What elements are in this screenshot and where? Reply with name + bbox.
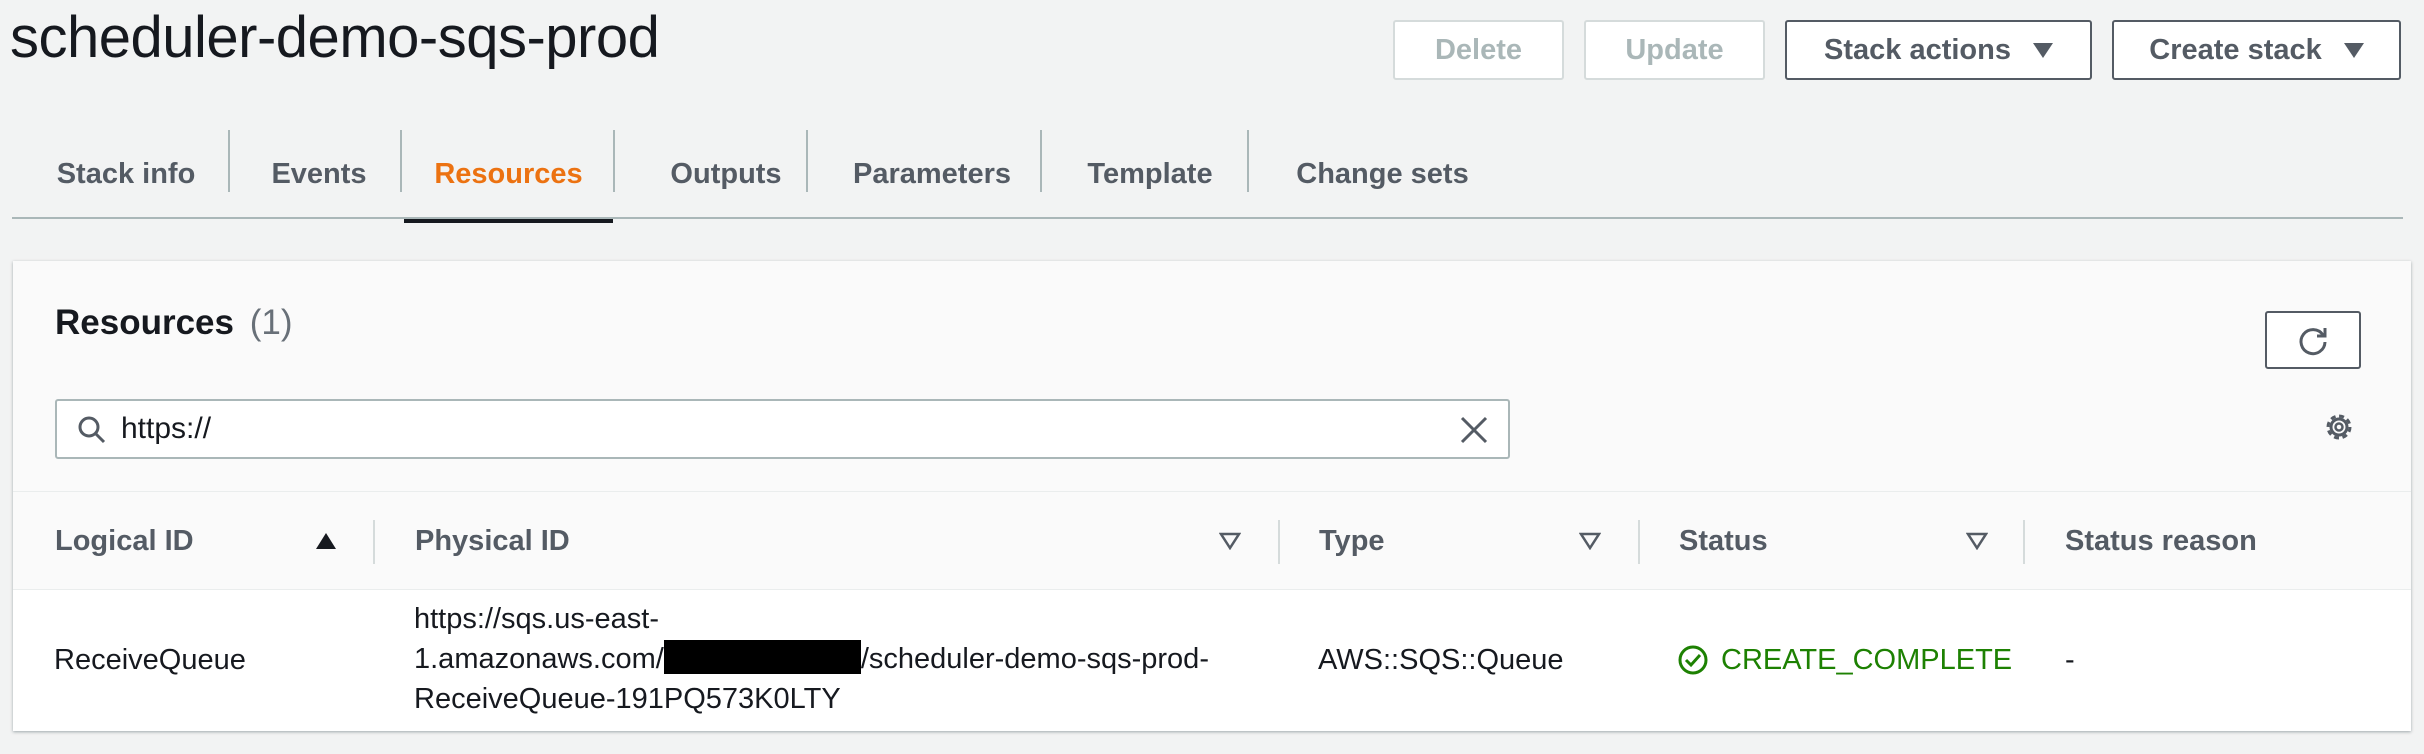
update-button-label: Update bbox=[1625, 33, 1724, 66]
refresh-icon bbox=[2299, 328, 2327, 356]
redacted-account-id bbox=[663, 640, 861, 674]
search-icon bbox=[78, 416, 106, 444]
refresh-button[interactable] bbox=[2265, 311, 2361, 369]
column-divider bbox=[1278, 520, 1280, 564]
tab-divider bbox=[806, 130, 808, 192]
table-row[interactable]: ReceiveQueue https://sqs.us-east- 1.amaz… bbox=[13, 590, 2411, 731]
resources-table-header: Logical ID Physical ID Type Status Statu… bbox=[13, 491, 2411, 590]
physical-id-line: https://sqs.us-east- bbox=[414, 603, 659, 635]
column-physical-id[interactable]: Physical ID bbox=[415, 492, 570, 591]
sort-filter-icon[interactable] bbox=[1966, 532, 1988, 550]
tab-divider bbox=[1040, 130, 1042, 192]
stack-actions-dropdown[interactable]: Stack actions bbox=[1785, 20, 2092, 80]
tab-template[interactable]: Template bbox=[1072, 130, 1228, 219]
status-text: CREATE_COMPLETE bbox=[1721, 644, 2013, 676]
resources-panel-header: Resources (1) bbox=[13, 261, 2411, 491]
create-stack-dropdown[interactable]: Create stack bbox=[2112, 20, 2401, 80]
column-divider bbox=[2023, 520, 2025, 564]
column-divider bbox=[1638, 520, 1640, 564]
tab-change-sets[interactable]: Change sets bbox=[1277, 130, 1488, 219]
caret-down-icon bbox=[2343, 42, 2364, 58]
cell-physical-id: https://sqs.us-east- 1.amazonaws.com/ /sc… bbox=[414, 599, 1274, 719]
cell-type: AWS::SQS::Queue bbox=[1318, 644, 1564, 676]
create-stack-label: Create stack bbox=[2149, 33, 2322, 66]
update-button[interactable]: Update bbox=[1584, 20, 1765, 80]
clear-search-icon[interactable] bbox=[1459, 415, 1489, 445]
physical-id-prefix: 1.amazonaws.com/ bbox=[414, 643, 664, 675]
resources-heading: Resources (1) bbox=[55, 303, 293, 343]
tab-stack-info[interactable]: Stack info bbox=[54, 130, 198, 219]
cell-logical-id: ReceiveQueue bbox=[54, 644, 246, 676]
delete-button-label: Delete bbox=[1434, 33, 1523, 66]
delete-button[interactable]: Delete bbox=[1393, 20, 1564, 80]
tab-events[interactable]: Events bbox=[264, 130, 374, 219]
cell-status-reason: - bbox=[2065, 644, 2075, 676]
check-circle-icon bbox=[1678, 645, 1708, 675]
column-divider bbox=[373, 520, 375, 564]
resources-count: (1) bbox=[249, 303, 293, 342]
stack-actions-label: Stack actions bbox=[1824, 33, 2011, 66]
column-status[interactable]: Status bbox=[1679, 492, 1768, 591]
column-status-reason[interactable]: Status reason bbox=[2065, 492, 2257, 591]
resources-panel: Resources (1) Logical ID bbox=[13, 261, 2411, 731]
physical-id-line: 1.amazonaws.com/ /scheduler-demo-sqs-prod… bbox=[414, 639, 1274, 679]
search-input[interactable] bbox=[121, 407, 1421, 451]
column-type[interactable]: Type bbox=[1319, 492, 1385, 591]
resources-title: Resources bbox=[55, 303, 234, 342]
column-logical-id[interactable]: Logical ID bbox=[55, 492, 194, 591]
stack-actions-bar: Delete Update Stack actions Create stack bbox=[0, 20, 2424, 80]
tab-divider bbox=[228, 130, 230, 192]
physical-id-line: ReceiveQueue-191PQ573K0LTY bbox=[414, 683, 841, 715]
sort-filter-icon[interactable] bbox=[1219, 532, 1241, 550]
tab-divider bbox=[400, 130, 402, 192]
gear-icon[interactable] bbox=[2321, 409, 2357, 445]
tab-divider bbox=[1247, 130, 1249, 192]
tab-outputs[interactable]: Outputs bbox=[648, 130, 804, 219]
sort-ascending-icon[interactable] bbox=[315, 532, 337, 550]
tab-resources[interactable]: Resources bbox=[404, 130, 613, 223]
tab-parameters[interactable]: Parameters bbox=[837, 130, 1027, 219]
resources-search bbox=[55, 399, 1510, 459]
physical-id-suffix: /scheduler-demo-sqs-prod- bbox=[860, 643, 1209, 675]
cell-status: CREATE_COMPLETE bbox=[1677, 640, 2012, 680]
sort-filter-icon[interactable] bbox=[1579, 532, 1601, 550]
tab-divider bbox=[613, 130, 615, 192]
stack-tabs: Stack info Events Resources Outputs Para… bbox=[12, 122, 2403, 223]
caret-down-icon bbox=[2032, 42, 2053, 58]
